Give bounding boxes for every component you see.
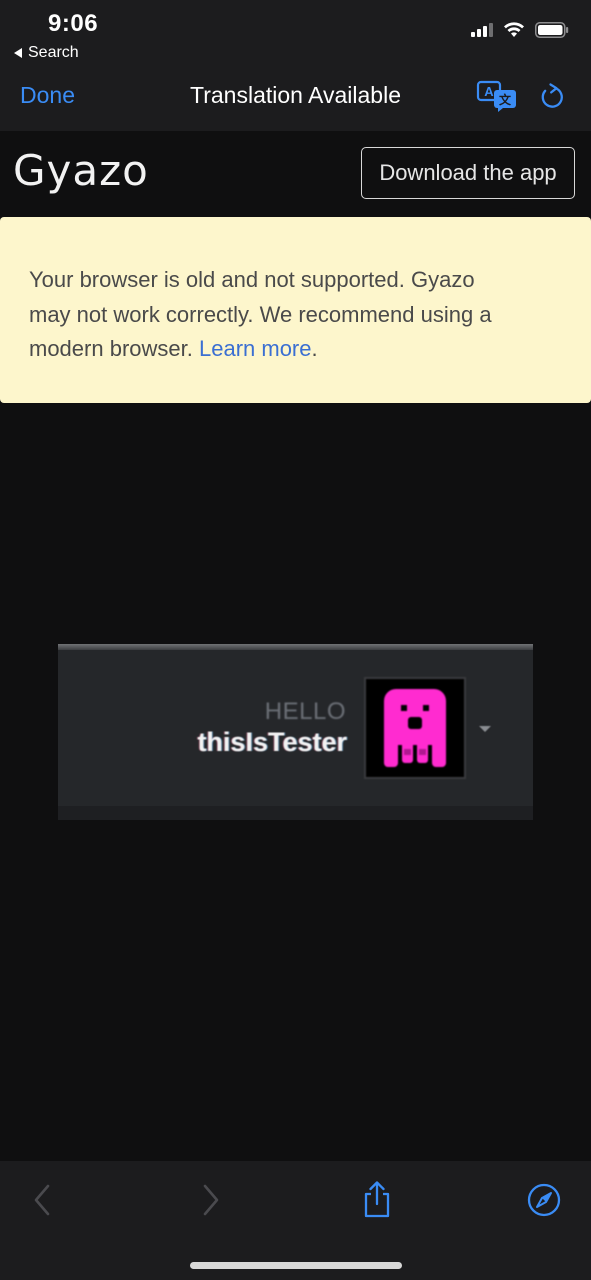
svg-text:A: A (484, 84, 494, 99)
forward-arrow-icon (203, 1184, 219, 1216)
status-time: 9:06 (48, 10, 99, 37)
cellular-signal-icon (471, 23, 493, 37)
browser-support-notice: Your browser is old and not supported. G… (0, 217, 591, 403)
notice-suffix: . (311, 336, 318, 361)
avatar (364, 677, 466, 779)
done-button[interactable]: Done (20, 82, 75, 109)
username-text: thisIsTester (197, 727, 347, 757)
wifi-icon (504, 22, 524, 37)
gyazo-image[interactable]: HELLO thisIsTester (58, 644, 533, 820)
safari-compass-icon (527, 1183, 561, 1217)
image-top-border (58, 644, 533, 650)
open-in-safari-button[interactable] (524, 1180, 564, 1220)
greeting-text: HELLO (264, 698, 346, 725)
battery-icon (535, 22, 569, 38)
back-arrow-icon (34, 1184, 50, 1216)
reload-button[interactable] (537, 82, 567, 112)
learn-more-link[interactable]: Learn more (199, 336, 312, 361)
status-icons (471, 22, 569, 38)
download-app-button[interactable]: Download the app (361, 147, 575, 199)
avatar-icon (384, 689, 446, 767)
forward-button[interactable] (191, 1180, 231, 1220)
gyazo-logo[interactable]: Gyazo (13, 146, 149, 195)
back-app-label: Search (28, 44, 79, 61)
home-indicator[interactable] (190, 1262, 402, 1269)
back-button[interactable] (22, 1180, 62, 1220)
share-icon (364, 1181, 390, 1218)
screen: 9:06 Search Done Translation Available A (0, 0, 591, 1280)
translate-icon: A 文 (476, 80, 516, 112)
image-bottom-band (58, 806, 533, 820)
dropdown-caret-icon (479, 726, 491, 732)
reload-icon (541, 83, 563, 108)
svg-text:文: 文 (499, 92, 512, 107)
back-to-app-button[interactable]: Search (14, 44, 79, 62)
back-triangle-icon (14, 48, 22, 58)
share-button[interactable] (357, 1180, 397, 1220)
translate-button[interactable]: A 文 (476, 80, 518, 112)
